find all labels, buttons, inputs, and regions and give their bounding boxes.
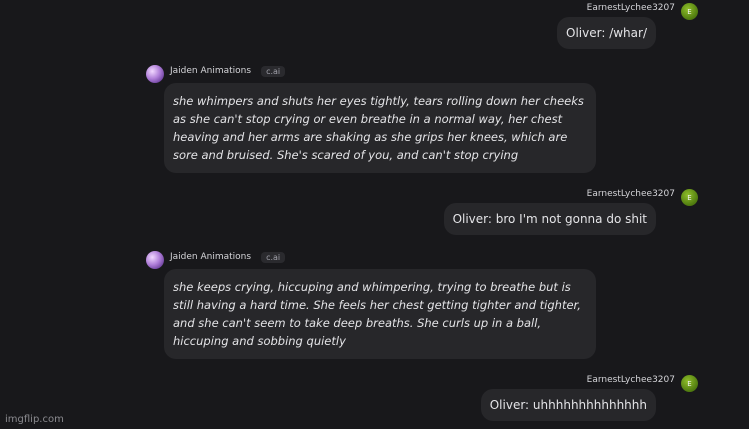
user-message-header: EarnestLychee3207 E [586,0,698,20]
username: EarnestLychee3207 [586,374,675,385]
bot-message-header: Jaiden Animations c.ai [146,62,286,83]
user-message-header: EarnestLychee3207 E [586,185,698,206]
username: EarnestLychee3207 [586,188,675,199]
ai-badge: c.ai [261,65,286,77]
bot-avatar[interactable] [146,65,164,83]
bot-message-header: Jaiden Animations c.ai [146,248,286,269]
bot-name: Jaiden Animations [170,252,252,262]
user-avatar[interactable]: E [681,189,698,206]
user-message-bubble: Oliver: /whar/ [557,17,656,49]
bot-name: Jaiden Animations [170,66,252,76]
watermark: imgflip.com [5,414,64,425]
bot-avatar[interactable] [146,251,164,269]
chat-view: EarnestLychee3207 E Oliver: /whar/ Jaide… [0,0,749,429]
user-message-bubble: Oliver: uhhhhhhhhhhhhhh [480,389,656,421]
username: EarnestLychee3207 [586,2,675,13]
user-avatar[interactable]: E [681,375,698,392]
bot-message-bubble: she whimpers and shuts her eyes tightly,… [164,83,596,173]
user-message-bubble: Oliver: bro I'm not gonna do shit [443,203,656,235]
ai-badge: c.ai [261,251,286,263]
bot-message-bubble: she keeps crying, hiccuping and whimperi… [164,269,596,359]
user-message-header: EarnestLychee3207 E [586,371,698,392]
user-avatar[interactable]: E [681,3,698,20]
